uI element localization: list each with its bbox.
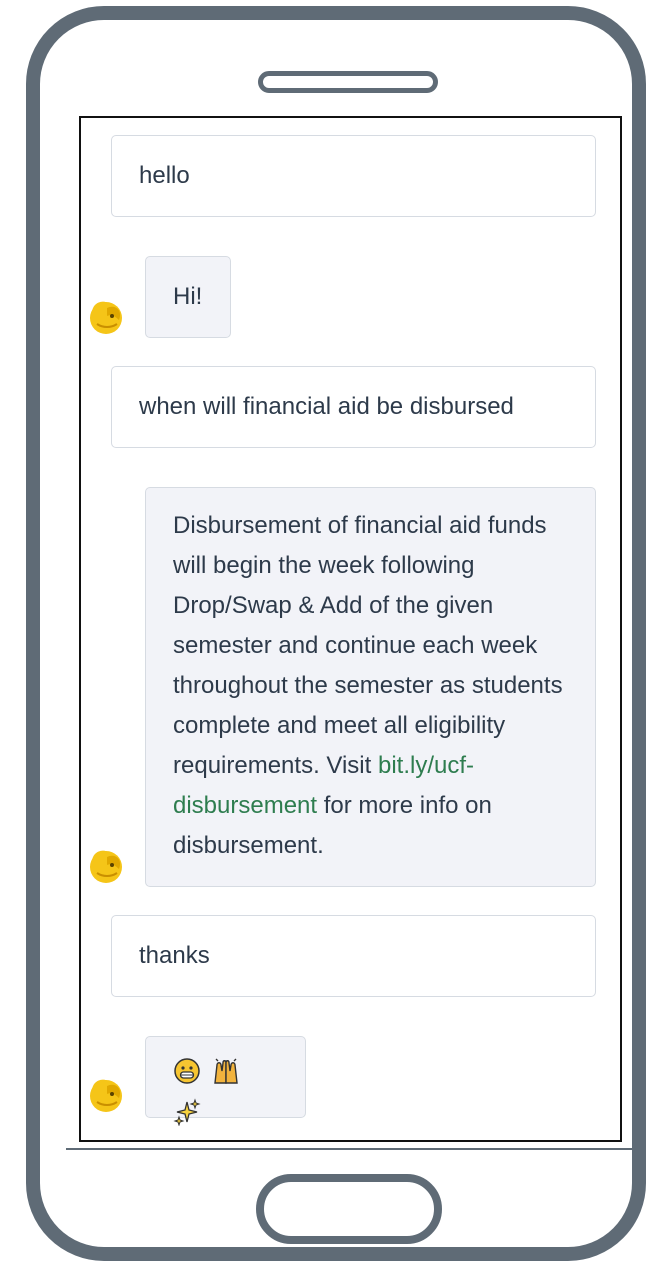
user-message: thanks	[111, 915, 596, 997]
grinning-face-icon	[173, 1057, 201, 1098]
message-text-part: Disbursement of financial aid funds will…	[173, 512, 563, 779]
message-text: Hi!	[173, 277, 203, 317]
message-text: thanks	[139, 936, 568, 976]
bot-message: Hi!	[145, 256, 231, 338]
message-text: hello	[139, 156, 568, 196]
phone-divider	[66, 1148, 632, 1150]
bot-avatar-icon	[85, 843, 127, 885]
chat-screen[interactable]: hello Hi! when will financial aid be dis…	[79, 116, 622, 1142]
bot-message: Disbursement of financial aid funds will…	[145, 487, 596, 887]
raising-hands-icon	[212, 1057, 240, 1098]
phone-speaker	[258, 71, 438, 93]
user-message: when will financial aid be disbursed	[111, 366, 596, 448]
bot-message	[145, 1036, 306, 1118]
message-text: when will financial aid be disbursed	[139, 387, 568, 427]
sparkles-icon	[173, 1098, 201, 1139]
bot-avatar-icon	[85, 294, 127, 336]
user-message: hello	[111, 135, 596, 217]
bot-avatar-icon	[85, 1072, 127, 1114]
message-text: Disbursement of financial aid funds will…	[173, 506, 568, 866]
home-button[interactable]	[256, 1174, 442, 1244]
